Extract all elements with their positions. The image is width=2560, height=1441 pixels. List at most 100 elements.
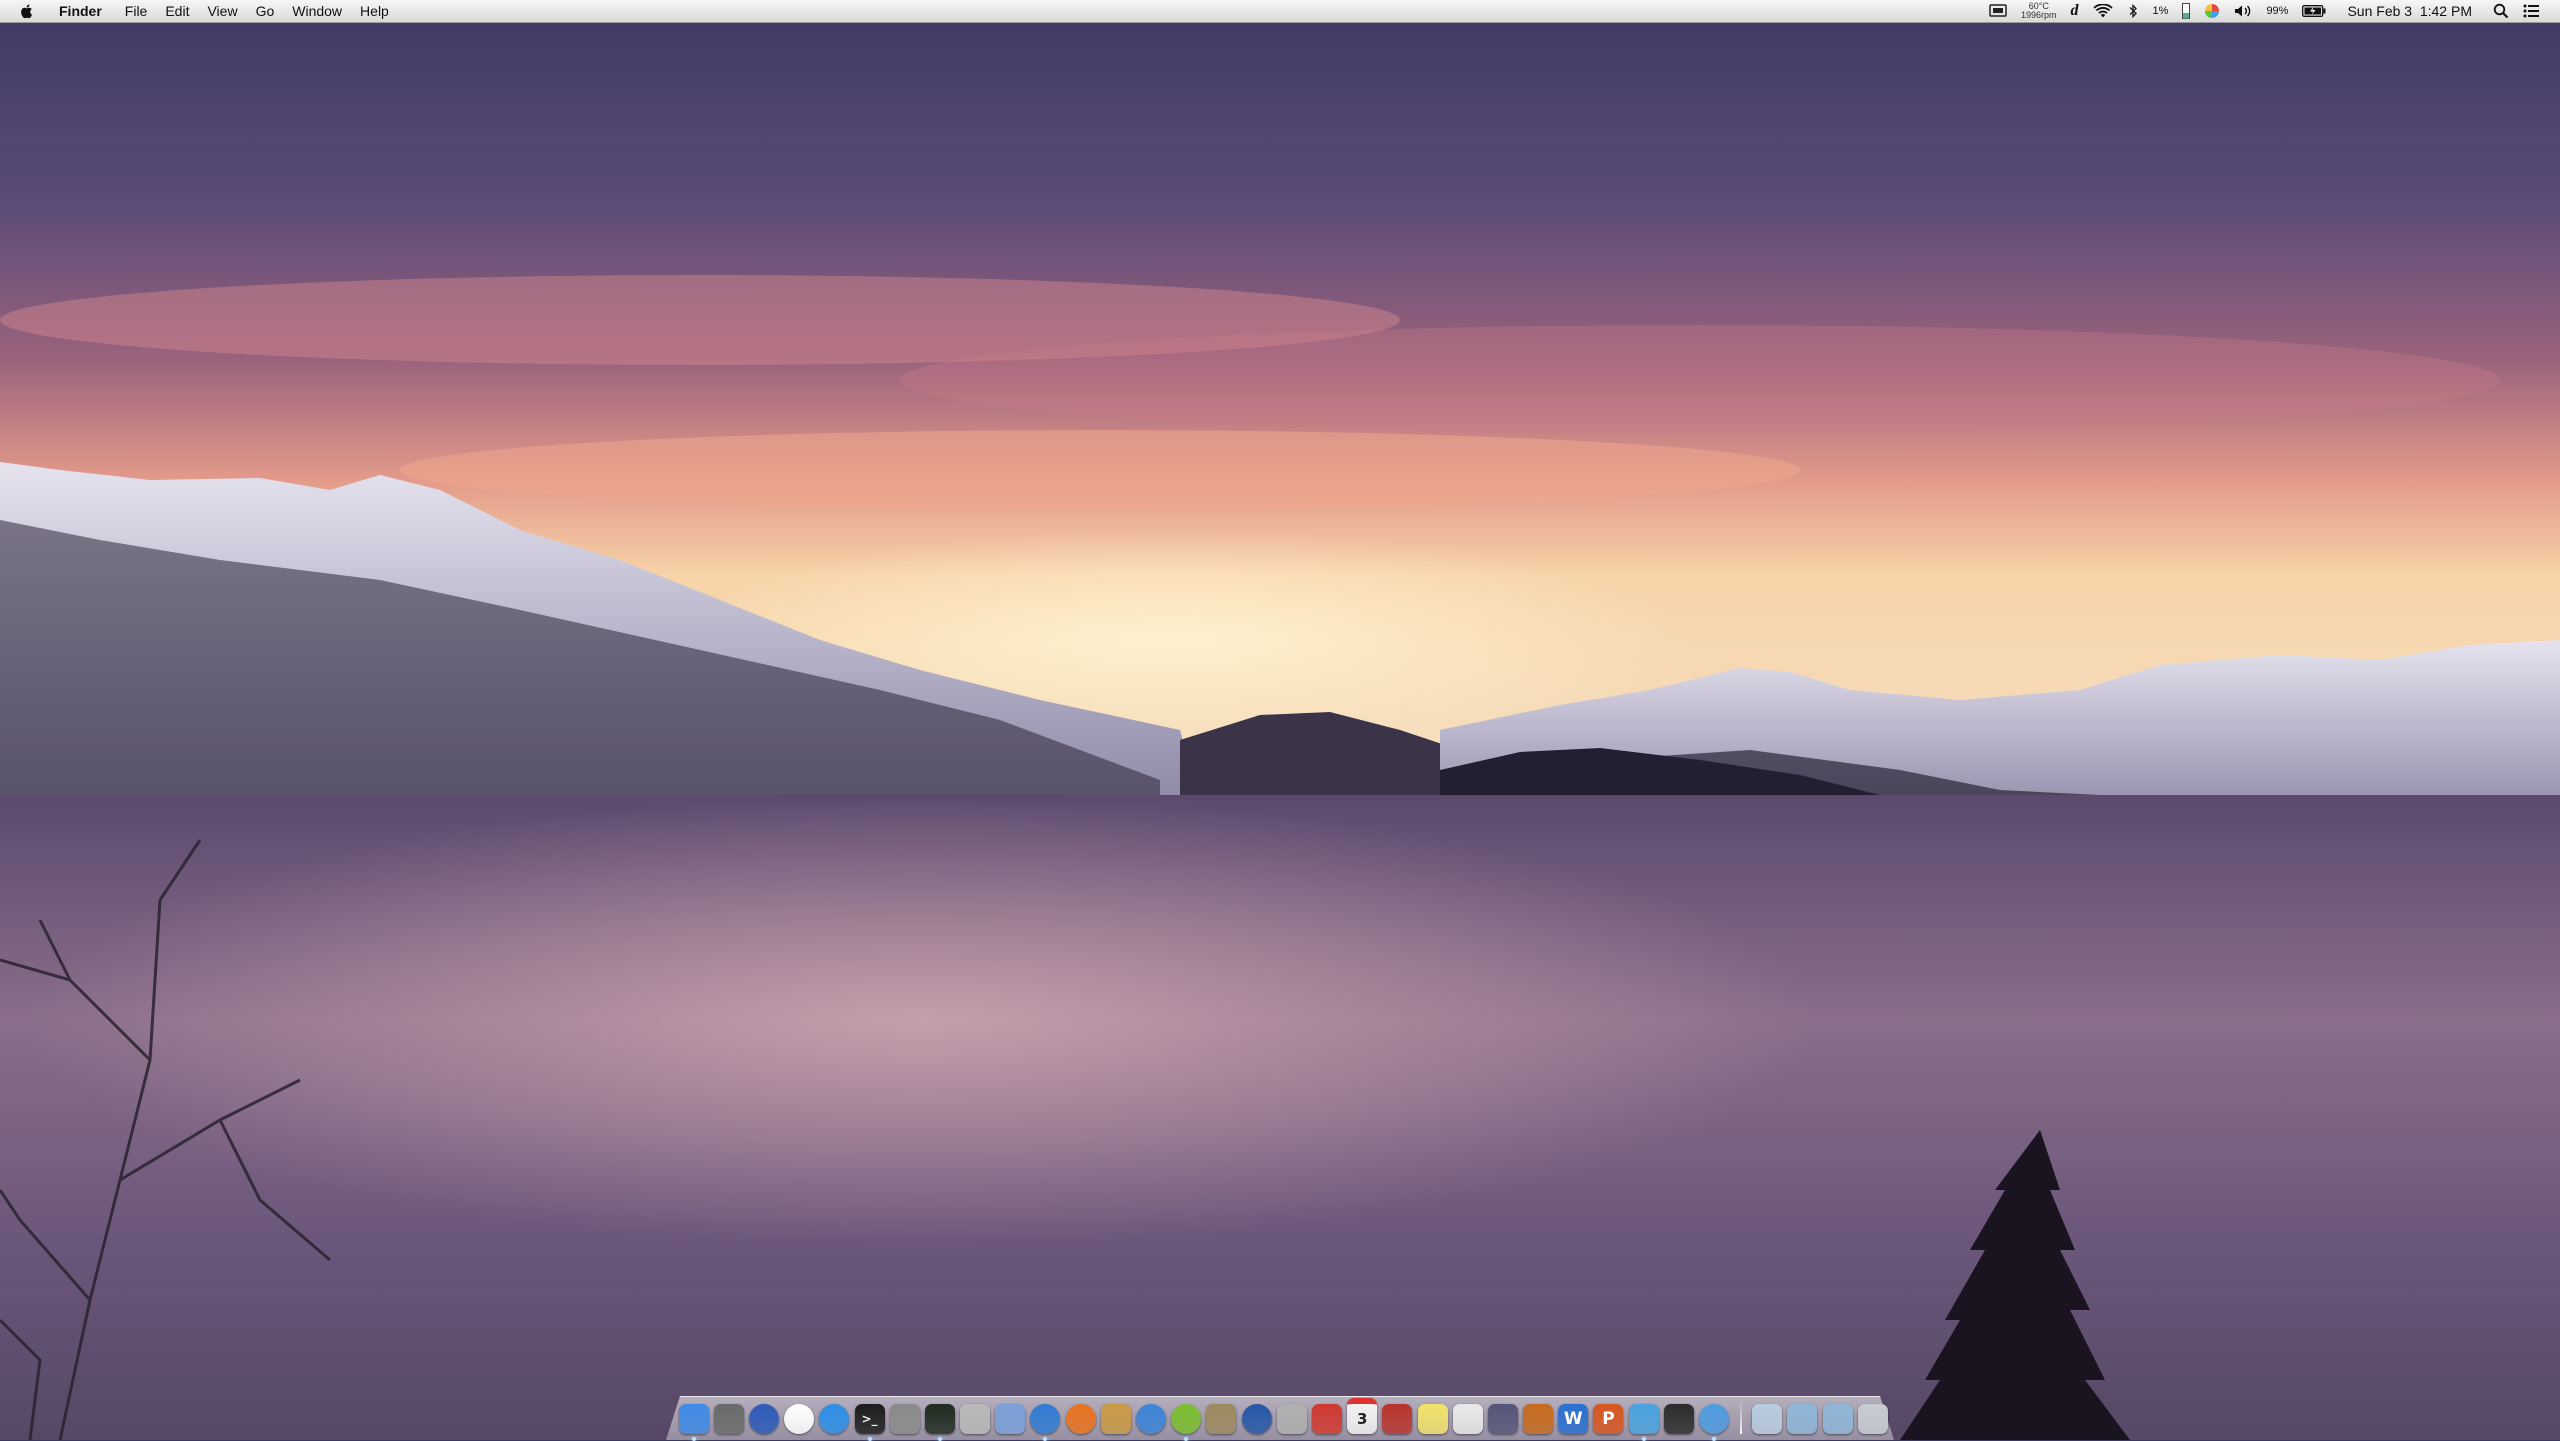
- quicktime-dock-icon[interactable]: [1241, 1404, 1272, 1434]
- menu-bar: Finder File Edit View Go Window Help 60°…: [0, 0, 2560, 23]
- address-book-dock-icon[interactable]: [1382, 1404, 1413, 1434]
- menu-app-name[interactable]: Finder: [50, 0, 116, 22]
- desktop-wallpaper: [0, 0, 2560, 1440]
- running-indicator: [1043, 1437, 1048, 1441]
- activity-monitor-glyph: [925, 1404, 955, 1434]
- powerpoint-letter-label: P: [1602, 1409, 1615, 1429]
- safari-glyph: [1030, 1404, 1060, 1434]
- clock-label[interactable]: Sun Feb 3 1:42 PM: [2347, 3, 2472, 19]
- notification-center-icon[interactable]: [2523, 4, 2539, 18]
- script-editor-dock-icon[interactable]: [1487, 1404, 1518, 1434]
- spotlight-search-icon[interactable]: [2493, 3, 2509, 19]
- pinwheel-icon[interactable]: [2204, 3, 2220, 19]
- applications-folder-dock-icon[interactable]: [1787, 1404, 1818, 1434]
- running-indicator: [1641, 1437, 1646, 1441]
- downloads-stack-dock-icon[interactable]: [1752, 1404, 1783, 1434]
- firefox-glyph: [1066, 1404, 1096, 1434]
- dictionary-icon[interactable]: d: [2071, 2, 2079, 20]
- running-indicator: [691, 1437, 696, 1441]
- running-indicator: [937, 1437, 942, 1441]
- calendar-day-label: 3: [1356, 1410, 1368, 1428]
- cpu-usage-label[interactable]: 1%: [2153, 5, 2169, 17]
- quicktime-glyph: [1242, 1404, 1272, 1434]
- twitter-glyph: [1629, 1404, 1659, 1434]
- textedit-glyph: [1453, 1404, 1483, 1434]
- textedit-dock-icon[interactable]: [1452, 1404, 1483, 1434]
- temp-fan-readout[interactable]: 60°C 1996rpm: [2021, 2, 2057, 20]
- spotify-glyph: [1171, 1404, 1201, 1434]
- preview-dock-icon[interactable]: [995, 1404, 1026, 1434]
- safari-dock-icon[interactable]: [1030, 1404, 1061, 1441]
- dock: >_ 3 W P: [676, 1394, 1890, 1441]
- menu-view[interactable]: View: [198, 0, 246, 22]
- parallels-glyph: [1312, 1404, 1342, 1434]
- parallels-dock-icon[interactable]: [1311, 1404, 1342, 1434]
- battery-percent-label[interactable]: 99%: [2266, 5, 2288, 17]
- running-indicator: [867, 1437, 872, 1441]
- terminal-prompt-glyph: >_: [861, 1412, 878, 1426]
- messages-glyph: [1699, 1404, 1729, 1434]
- finder-glyph: [679, 1404, 709, 1434]
- app-store-glyph: [819, 1404, 849, 1434]
- downloads-stack-glyph: [1752, 1404, 1782, 1434]
- terminal-dock-icon[interactable]: >_: [854, 1404, 885, 1441]
- display-icon[interactable]: [1989, 4, 2007, 18]
- stickies-dock-icon[interactable]: [1417, 1404, 1448, 1434]
- battery-icon[interactable]: [2302, 5, 2326, 17]
- documents-folder-glyph: [1823, 1404, 1853, 1434]
- automator-dock-icon[interactable]: [1276, 1404, 1307, 1434]
- disk-utility-dock-icon[interactable]: [960, 1404, 991, 1434]
- stickies-glyph: [1418, 1404, 1448, 1434]
- app-blue-glyph: [1136, 1404, 1166, 1434]
- camino-dock-icon[interactable]: [748, 1404, 779, 1434]
- spotify-dock-icon[interactable]: [1171, 1404, 1202, 1441]
- photo-booth-dock-icon[interactable]: [713, 1404, 744, 1434]
- memory-bar-icon[interactable]: [2182, 3, 2191, 19]
- wifi-icon[interactable]: [2092, 3, 2113, 19]
- running-indicator: [1712, 1437, 1717, 1441]
- finder-dock-icon[interactable]: [678, 1404, 709, 1441]
- preview-glyph: [995, 1404, 1025, 1434]
- calendar-dock-icon[interactable]: 3: [1347, 1398, 1378, 1434]
- word-letter-label: W: [1563, 1409, 1583, 1429]
- automator-glyph: [1277, 1404, 1307, 1434]
- menu-help[interactable]: Help: [351, 0, 398, 22]
- app-blue-dock-icon[interactable]: [1136, 1404, 1167, 1434]
- trash-glyph: [1858, 1404, 1888, 1434]
- messages-dock-icon[interactable]: [1699, 1404, 1730, 1441]
- disk-utility-glyph: [960, 1404, 990, 1434]
- firefox-dock-icon[interactable]: [1065, 1404, 1096, 1434]
- word-dock-icon[interactable]: W: [1558, 1404, 1589, 1434]
- utility-black-dock-icon[interactable]: [1663, 1404, 1694, 1434]
- volume-icon[interactable]: [2234, 4, 2252, 18]
- address-book-glyph: [1382, 1404, 1412, 1434]
- activity-monitor-dock-icon[interactable]: [924, 1404, 955, 1441]
- utility-glyph: [890, 1404, 920, 1434]
- bluetooth-icon[interactable]: [2127, 4, 2139, 18]
- iphoto-glyph: [1206, 1404, 1236, 1434]
- package-app-dock-icon[interactable]: [1100, 1404, 1131, 1434]
- utility-black-glyph: [1664, 1404, 1694, 1434]
- keynote-dock-icon[interactable]: [1523, 1404, 1554, 1434]
- apple-logo-icon[interactable]: [18, 2, 36, 20]
- menu-go[interactable]: Go: [247, 0, 284, 22]
- photo-booth-glyph: [714, 1404, 744, 1434]
- documents-folder-dock-icon[interactable]: [1822, 1404, 1853, 1434]
- powerpoint-dock-icon[interactable]: P: [1593, 1404, 1624, 1434]
- menu-file[interactable]: File: [116, 0, 157, 22]
- menu-edit[interactable]: Edit: [156, 0, 198, 22]
- iphoto-dock-icon[interactable]: [1206, 1404, 1237, 1434]
- dock-separator: [1739, 1400, 1742, 1434]
- twitter-dock-icon[interactable]: [1628, 1404, 1659, 1441]
- keynote-glyph: [1523, 1404, 1553, 1434]
- app-store-dock-icon[interactable]: [819, 1404, 850, 1434]
- utility-dock-icon[interactable]: [889, 1404, 920, 1434]
- wifi-app-dock-icon[interactable]: [784, 1404, 815, 1434]
- fan-speed-label: 1996rpm: [2021, 10, 2057, 20]
- camino-glyph: [749, 1404, 779, 1434]
- menu-window[interactable]: Window: [283, 0, 351, 22]
- package-app-glyph: [1101, 1404, 1131, 1434]
- script-editor-glyph: [1488, 1404, 1518, 1434]
- applications-folder-glyph: [1787, 1404, 1817, 1434]
- trash-dock-icon[interactable]: [1857, 1404, 1888, 1434]
